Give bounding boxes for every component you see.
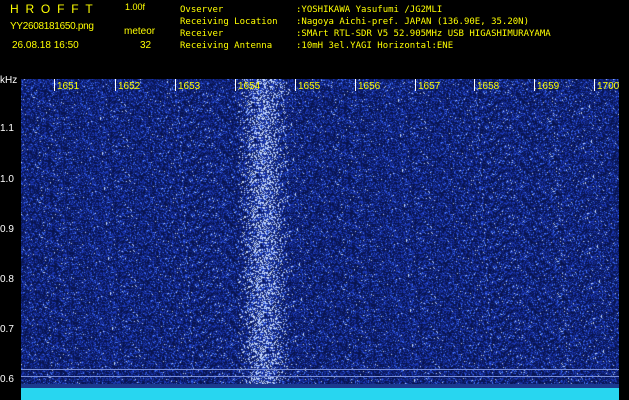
datetime-label: 26.08.18 16:50 [12,40,79,51]
x-tick-label: 1659 [537,81,560,92]
info-value-location: :Nagoya Aichi-pref. JAPAN (136.90E, 35.2… [296,17,529,27]
x-tick-label: 1655 [298,81,321,92]
x-tick [115,79,116,91]
x-tick [534,79,535,91]
info-label-antenna: Receiving Antenna [180,41,273,51]
version-label: 1.00f [125,2,146,12]
header-panel: HROFFT 1.00f YY2608181650.png 26.08.18 1… [0,0,629,77]
y-tick-label: 1.0 [0,174,14,185]
info-value-receiver: :SMArt RTL-SDR V5 52.905MHz USB HIGASHIM… [296,29,551,39]
waterfall-plot[interactable] [21,79,619,400]
x-tick [175,79,176,91]
y-tick-label: 1.1 [0,123,14,134]
timing-band [21,388,619,400]
info-label-receiver: Receiver [180,29,224,39]
y-axis-unit: kHz [0,75,18,86]
reference-line-upper [21,369,619,370]
x-tick-label: 1657 [418,81,441,92]
x-tick-label: 1654 [238,81,261,92]
filename-label: YY2608181650.png [10,21,94,32]
info-label-location: Receiving Location [180,17,278,27]
meteor-label: meteor [124,26,156,37]
y-tick-label: 0.8 [0,274,14,285]
info-label-observer: Ovserver [180,5,224,15]
app-logo: HROFFT [10,2,100,16]
y-tick-label: 0.7 [0,324,14,335]
x-tick [474,79,475,91]
x-tick-label: 1700 [597,81,620,92]
y-tick-label: 0.6 [0,374,14,385]
x-tick [54,79,55,91]
info-value-observer: :YOSHIKAWA Yasufumi /JG2MLI [296,5,443,15]
meteor-count: 32 [140,40,152,51]
info-value-antenna: :10mH 3el.YAGI Horizontal:ENE [296,41,454,51]
x-tick-label: 1656 [358,81,381,92]
x-tick-label: 1653 [178,81,201,92]
waterfall-canvas [21,79,619,400]
x-tick-label: 1652 [118,81,141,92]
x-tick-label: 1651 [57,81,80,92]
y-tick-label: 0.9 [0,224,14,235]
x-tick-label: 1658 [477,81,500,92]
x-tick [235,79,236,91]
x-tick [295,79,296,91]
reference-line-lower [21,376,619,377]
x-tick [594,79,595,91]
plot-right-margin [619,79,629,400]
x-tick [415,79,416,91]
x-tick [355,79,356,91]
